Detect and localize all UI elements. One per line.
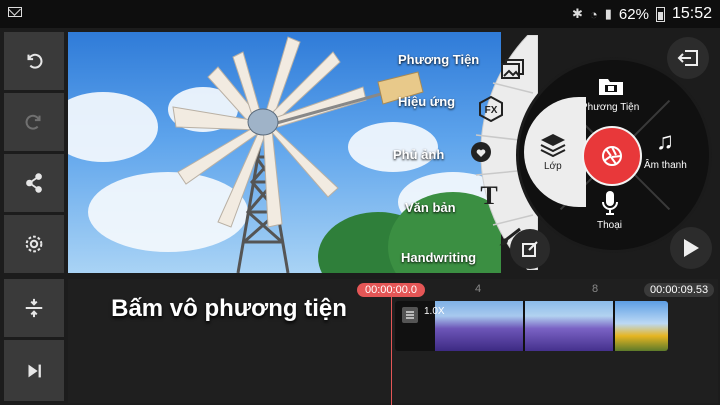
signal-icon: ▮ (604, 6, 612, 21)
text-icon: T (480, 181, 498, 210)
redo-button[interactable] (4, 93, 64, 151)
current-time: 00:00:00.0 (357, 283, 425, 297)
export-button[interactable] (667, 37, 709, 79)
voice-label: Thoại (597, 220, 623, 231)
menu-label-effects[interactable]: Hiệu ứng (398, 94, 455, 109)
media-label: Phương Tiện (581, 102, 640, 113)
time-tick: 4 (475, 283, 482, 295)
svg-text:FX: FX (485, 105, 498, 116)
edit-icon (522, 241, 538, 257)
menu-label-text[interactable]: Văn bản (405, 200, 456, 215)
mail-notification-icon (8, 7, 22, 17)
undo-icon (27, 53, 43, 69)
clip-thumbnail (435, 301, 523, 351)
redo-icon (25, 114, 41, 130)
clip-boundary (613, 301, 615, 351)
camera-shutter-icon (602, 146, 622, 166)
text-layer-button[interactable]: T (472, 179, 506, 213)
share-icon (26, 173, 42, 193)
exit-icon (677, 50, 698, 66)
skip-to-end-icon (28, 364, 41, 377)
layers-icon (540, 134, 566, 157)
clip-thumbnail (615, 301, 668, 351)
battery-percent: 62% (618, 5, 649, 23)
tutorial-hint: Bấm vô phương tiện (111, 295, 347, 322)
microphone-icon (602, 191, 618, 215)
playhead[interactable] (391, 296, 392, 405)
music-note-icon: ♫ (656, 128, 674, 155)
record-button[interactable] (582, 126, 642, 186)
play-button[interactable] (670, 227, 712, 269)
skip-to-end-button[interactable] (4, 340, 64, 401)
left-toolbar (4, 32, 64, 401)
audio-wheel-button[interactable]: ♫ Âm thanh (642, 128, 692, 176)
image-icon (501, 59, 524, 79)
clip-thumbnail (525, 301, 613, 351)
video-preview[interactable]: Phương Tiện Hiệu ứng Phủ ảnh Văn bản Han… (68, 32, 501, 273)
media-wheel-button[interactable]: Phương Tiện (578, 74, 648, 120)
menu-label-overlay[interactable]: Phủ ảnh (393, 147, 444, 162)
time-tick: 8 (592, 283, 599, 295)
wifi-icon: ◔ (589, 6, 598, 22)
total-duration: 00:00:09.53 (644, 283, 715, 297)
clock: 15:52 (671, 5, 712, 22)
overlay-layer-button[interactable] (464, 135, 498, 169)
settings-button[interactable] (4, 215, 64, 273)
clip-speed: 1.0X (424, 306, 445, 317)
battery-icon (655, 6, 665, 22)
clip-icon (402, 307, 418, 323)
audio-label: Âm thanh (644, 160, 687, 171)
layer-label: Lớp (544, 161, 562, 172)
media-layer-button[interactable] (496, 53, 530, 87)
settings-icon (25, 235, 43, 253)
voice-wheel-button[interactable]: Thoại (590, 190, 630, 234)
split-icon (25, 298, 43, 318)
effects-layer-button[interactable]: FX (474, 92, 508, 126)
status-bar: ✱ ◔ ▮ 62% 15:52 (0, 0, 720, 28)
play-icon (684, 239, 699, 257)
bluetooth-icon: ✱ (572, 6, 583, 21)
split-button[interactable] (4, 279, 64, 337)
undo-button[interactable] (4, 32, 64, 90)
share-button[interactable] (4, 154, 64, 212)
fx-icon: FX (479, 96, 503, 122)
film-folder-icon (599, 79, 623, 95)
sticker-icon (471, 142, 491, 162)
edit-button[interactable] (510, 229, 550, 269)
